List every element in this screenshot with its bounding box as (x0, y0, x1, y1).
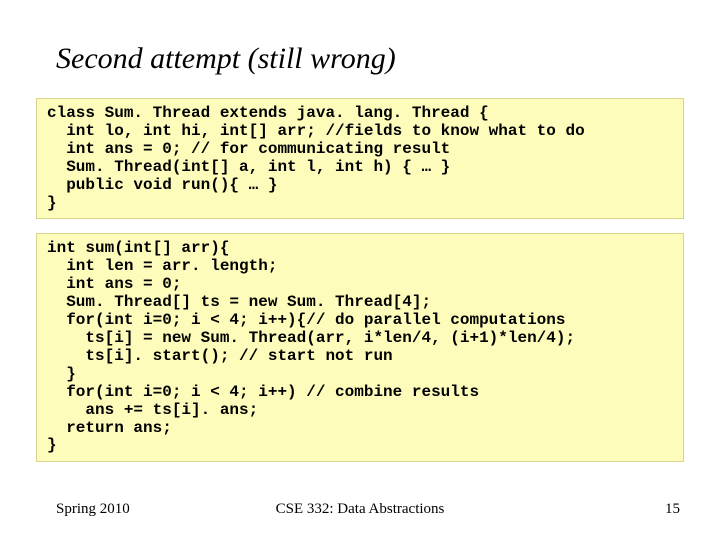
footer: Spring 2010 CSE 332: Data Abstractions 1… (0, 501, 720, 518)
footer-left: Spring 2010 (56, 501, 130, 518)
slide: Second attempt (still wrong) class Sum. … (0, 0, 720, 540)
page-title: Second attempt (still wrong) (56, 42, 684, 76)
code-block-2: int sum(int[] arr){ int len = arr. lengt… (36, 233, 684, 462)
footer-right: 15 (665, 501, 680, 518)
code-block-1: class Sum. Thread extends java. lang. Th… (36, 98, 684, 219)
footer-center: CSE 332: Data Abstractions (276, 501, 445, 518)
